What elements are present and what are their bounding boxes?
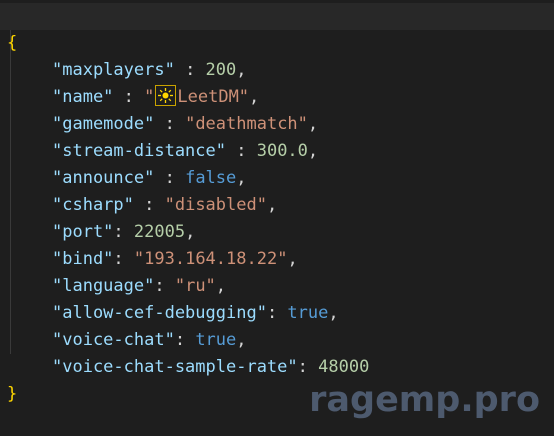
- code-line[interactable]: "bind": "193.164.18.22",: [0, 219, 554, 269]
- code-line-open-brace[interactable]: {: [0, 3, 554, 53]
- code-line[interactable]: "language": "ru",: [0, 246, 554, 296]
- code-line[interactable]: "maxplayers" : 200,: [0, 30, 554, 80]
- code-line[interactable]: "voice-chat": true,: [0, 300, 554, 350]
- code-line[interactable]: "allow-cef-debugging": true,: [0, 273, 554, 323]
- code-line[interactable]: "name" : " LeetDM",: [0, 57, 554, 107]
- code-line[interactable]: "announce" : false,: [0, 138, 554, 188]
- code-line[interactable]: "gamemode" : "deathmatch",: [0, 84, 554, 134]
- code-line[interactable]: "csharp" : "disabled",: [0, 165, 554, 215]
- code-editor[interactable]: { "maxplayers" : 200, "name" : " LeetDM",…: [0, 0, 554, 436]
- code-line[interactable]: "stream-distance" : 300.0,: [0, 111, 554, 161]
- code-line[interactable]: "voice-chat-sample-rate": 48000: [0, 327, 554, 377]
- watermark-logo: ragemp.pro: [309, 380, 540, 420]
- code-line[interactable]: "port": 22005,: [0, 192, 554, 242]
- close-brace: }: [7, 384, 18, 404]
- code-line-close-brace[interactable]: }: [0, 354, 554, 404]
